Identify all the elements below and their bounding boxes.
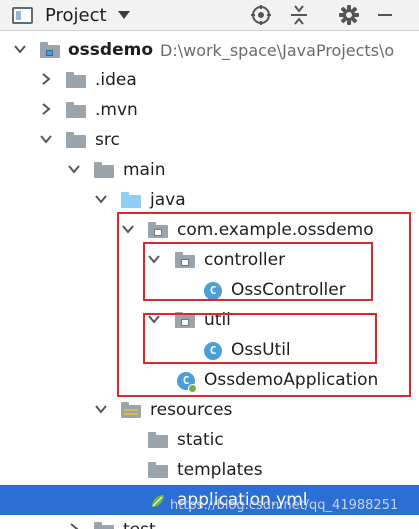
annotation-box-package [117, 212, 411, 397]
tree-item-idea[interactable]: .idea [0, 65, 419, 95]
tree-item-label: ossdemo [68, 40, 154, 60]
project-view-icon [12, 6, 33, 24]
locate-icon[interactable] [249, 4, 273, 26]
minimize-icon[interactable] [373, 4, 397, 26]
chevron-down-icon [117, 11, 130, 19]
chevron-right-icon[interactable] [40, 73, 52, 85]
tree-item-label: main [123, 160, 166, 180]
chevron-down-icon[interactable] [14, 43, 26, 55]
chevron-down-icon[interactable] [95, 403, 107, 415]
yaml-file-icon [150, 493, 166, 509]
folder-icon [66, 72, 86, 88]
tree-item-test[interactable]: test [0, 515, 419, 529]
tree-item-label: templates [177, 460, 263, 480]
tree-item-label: static [177, 430, 224, 450]
folder-icon [94, 522, 114, 529]
project-tool-window-header: Project [0, 0, 419, 31]
collapse-all-icon[interactable] [287, 4, 311, 26]
chevron-down-icon[interactable] [40, 133, 52, 145]
tree-item-ossdemo[interactable]: ossdemo D:\work_space\JavaProjects\o [0, 35, 419, 65]
resources-folder-icon [121, 402, 141, 418]
watermark: https://blog.csdn.net/qq_41988251 [170, 498, 399, 513]
tree-item-static[interactable]: static [0, 425, 419, 455]
folder-icon [66, 102, 86, 118]
source-folder-icon [121, 192, 141, 208]
folder-icon [66, 132, 86, 148]
tree-item-label: .mvn [95, 100, 138, 120]
tree-item-label: resources [150, 400, 233, 420]
tree-item-label: src [95, 130, 120, 150]
resources-marker [124, 413, 138, 415]
folder-icon [148, 432, 168, 448]
resources-marker [124, 409, 138, 411]
folder-icon [94, 162, 114, 178]
tree-item-java[interactable]: java [0, 185, 419, 215]
project-path: D:\work_space\JavaProjects\o [160, 41, 395, 60]
project-view-selector[interactable]: Project [12, 4, 130, 26]
tree-item-resources[interactable]: resources [0, 395, 419, 425]
tree-item-mvn[interactable]: .mvn [0, 95, 419, 125]
gear-icon[interactable] [337, 4, 361, 26]
tree-item-label: java [150, 190, 186, 210]
chevron-right-icon[interactable] [40, 103, 52, 115]
tree-item-main[interactable]: main [0, 155, 419, 185]
tree-item-templates[interactable]: templates [0, 455, 419, 485]
chevron-down-icon[interactable] [95, 193, 107, 205]
chevron-down-icon[interactable] [68, 163, 80, 175]
folder-icon [148, 462, 168, 478]
tree-item-label: test [123, 519, 156, 529]
tree-item-label: .idea [95, 70, 137, 90]
tree-item-src[interactable]: src [0, 125, 419, 155]
module-folder-icon [40, 42, 60, 58]
annotation-box-util [143, 313, 377, 364]
annotation-box-controller [143, 242, 373, 301]
project-title: Project [45, 4, 107, 26]
chevron-right-icon[interactable] [68, 523, 80, 529]
